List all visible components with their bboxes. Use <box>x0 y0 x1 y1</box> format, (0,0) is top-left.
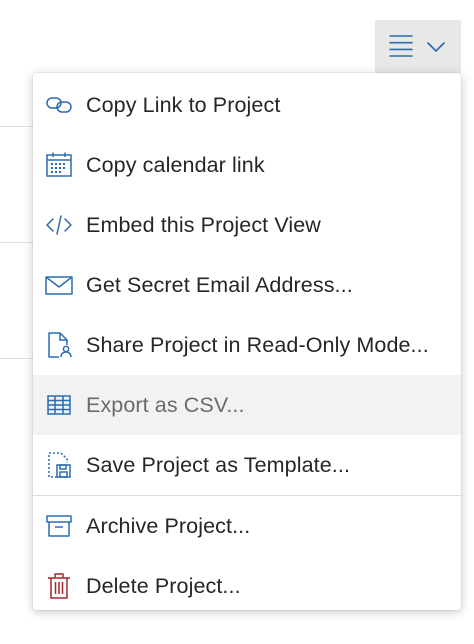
envelope-icon <box>44 270 74 300</box>
menu-item-label: Archive Project... <box>86 513 251 538</box>
menu-item-delete[interactable]: Delete Project... <box>33 556 461 610</box>
menu-item-label: Get Secret Email Address... <box>86 272 353 297</box>
project-menu-toggle-button[interactable] <box>375 20 461 73</box>
menu-item-label: Save Project as Template... <box>86 452 351 477</box>
menu-item-label: Share Project in Read-Only Mode... <box>86 332 429 357</box>
trash-icon <box>44 571 74 601</box>
calendar-icon <box>44 150 74 180</box>
menu-item-archive[interactable]: Archive Project... <box>33 496 461 556</box>
menu-item-copy-calendar-link[interactable]: Copy calendar link <box>33 135 461 195</box>
background-divider <box>0 358 33 359</box>
menu-item-copy-link[interactable]: Copy Link to Project <box>33 75 461 135</box>
menu-item-save-template[interactable]: Save Project as Template... <box>33 435 461 495</box>
menu-item-secret-email[interactable]: Get Secret Email Address... <box>33 255 461 315</box>
menu-item-export-csv[interactable]: Export as CSV... <box>33 375 461 435</box>
menu-item-label: Export as CSV... <box>86 392 245 417</box>
background-divider <box>0 242 33 243</box>
save-template-icon <box>44 450 74 480</box>
document-share-icon <box>44 330 74 360</box>
menu-item-label: Copy calendar link <box>86 152 265 177</box>
menu-item-label: Copy Link to Project <box>86 92 281 117</box>
menu-item-share-read-only[interactable]: Share Project in Read-Only Mode... <box>33 315 461 375</box>
table-icon <box>44 390 74 420</box>
background-divider <box>0 126 33 127</box>
menu-item-label: Embed this Project View <box>86 212 321 237</box>
menu-item-embed-view[interactable]: Embed this Project View <box>33 195 461 255</box>
link-icon <box>44 90 74 120</box>
code-icon <box>44 210 74 240</box>
project-actions-menu: Copy Link to Project Copy calendar link <box>33 73 461 610</box>
archive-icon <box>44 511 74 541</box>
menu-item-label: Delete Project... <box>86 573 241 598</box>
hamburger-icon <box>389 35 413 57</box>
chevron-down-icon <box>427 42 445 52</box>
